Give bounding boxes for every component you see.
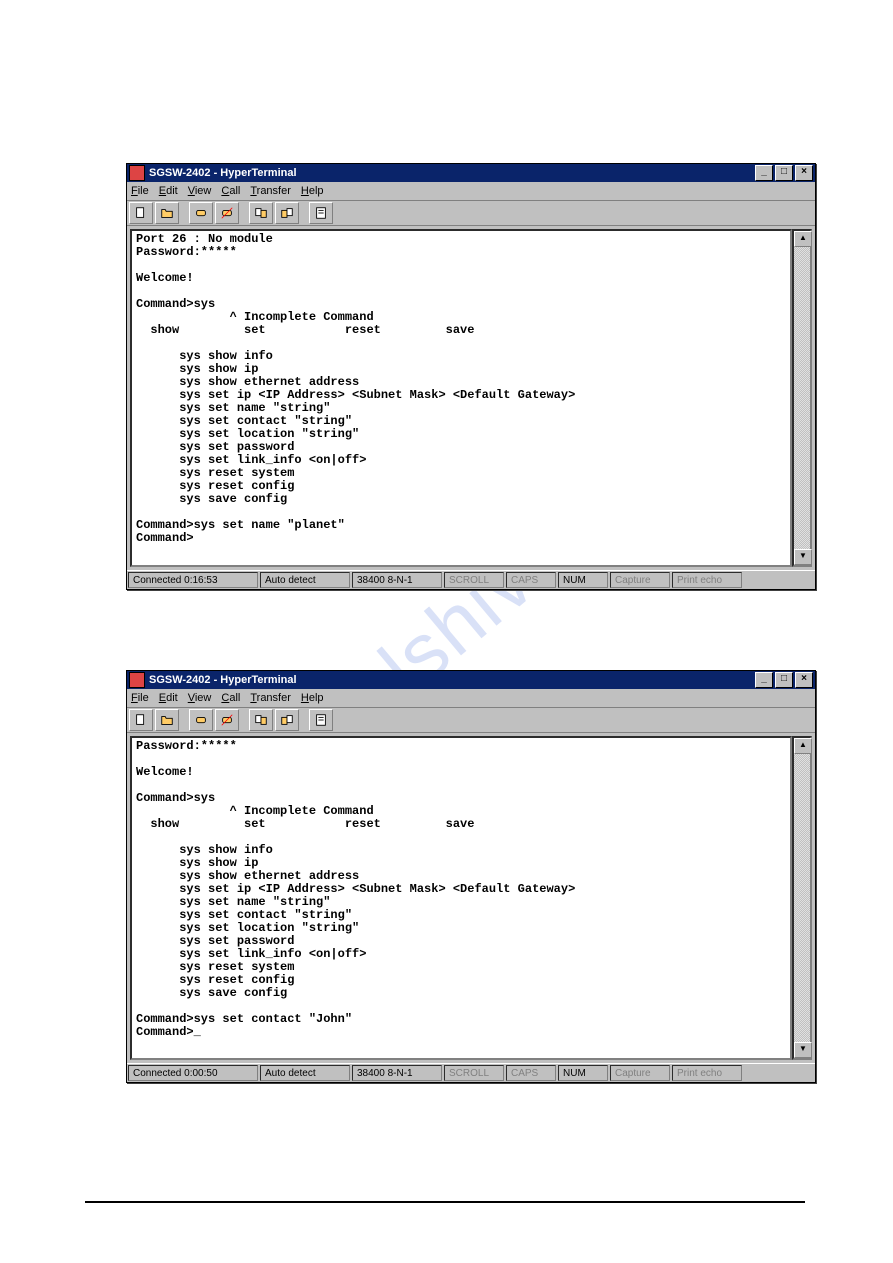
status-serial: 38400 8-N-1 (352, 1065, 442, 1081)
maximize-button[interactable]: □ (775, 672, 793, 688)
menu-edit[interactable]: Edit (159, 692, 178, 704)
status-bar: Connected 0:00:50 Auto detect 38400 8-N-… (127, 1063, 815, 1082)
status-printecho: Print echo (672, 572, 742, 588)
open-file-icon[interactable] (155, 709, 179, 731)
window-title: SGSW-2402 - HyperTerminal (149, 167, 755, 179)
hyperterminal-window-2: SGSW-2402 - HyperTerminal _ □ × File Edi… (126, 670, 816, 1083)
hyperterminal-window-1: SGSW-2402 - HyperTerminal _ □ × File Edi… (126, 163, 816, 590)
menu-file[interactable]: File (131, 185, 149, 197)
close-button[interactable]: × (795, 672, 813, 688)
status-capture: Capture (610, 1065, 670, 1081)
send-icon[interactable] (249, 709, 273, 731)
status-printecho: Print echo (672, 1065, 742, 1081)
menu-view[interactable]: View (188, 185, 212, 197)
vertical-scrollbar[interactable]: ▲ ▼ (792, 736, 812, 1060)
menu-help[interactable]: Help (301, 185, 324, 197)
status-caps: CAPS (506, 1065, 556, 1081)
disconnect-icon[interactable] (215, 709, 239, 731)
menu-file[interactable]: File (131, 692, 149, 704)
menu-call[interactable]: Call (221, 185, 240, 197)
window-controls: _ □ × (755, 672, 813, 688)
close-button[interactable]: × (795, 165, 813, 181)
minimize-button[interactable]: _ (755, 672, 773, 688)
system-menu-icon[interactable] (129, 672, 145, 688)
status-autodetect: Auto detect (260, 572, 350, 588)
scroll-down-icon[interactable]: ▼ (794, 1042, 812, 1058)
window-title: SGSW-2402 - HyperTerminal (149, 674, 755, 686)
send-icon[interactable] (249, 202, 273, 224)
status-bar: Connected 0:16:53 Auto detect 38400 8-N-… (127, 570, 815, 589)
receive-icon[interactable] (275, 202, 299, 224)
client-area: Port 26 : No module Password:***** Welco… (127, 226, 815, 570)
scroll-up-icon[interactable]: ▲ (794, 231, 812, 247)
status-num: NUM (558, 572, 608, 588)
document-page: manualshive.com SGSW-2402 - HyperTermina… (0, 0, 893, 1263)
toolbar (127, 201, 815, 226)
status-scroll: SCROLL (444, 572, 504, 588)
new-file-icon[interactable] (129, 709, 153, 731)
properties-icon[interactable] (309, 202, 333, 224)
status-num: NUM (558, 1065, 608, 1081)
menu-call[interactable]: Call (221, 692, 240, 704)
maximize-button[interactable]: □ (775, 165, 793, 181)
titlebar[interactable]: SGSW-2402 - HyperTerminal _ □ × (127, 164, 815, 182)
window-controls: _ □ × (755, 165, 813, 181)
minimize-button[interactable]: _ (755, 165, 773, 181)
scroll-up-icon[interactable]: ▲ (794, 738, 812, 754)
status-connected: Connected 0:00:50 (128, 1065, 258, 1081)
vertical-scrollbar[interactable]: ▲ ▼ (792, 229, 812, 567)
system-menu-icon[interactable] (129, 165, 145, 181)
menu-edit[interactable]: Edit (159, 185, 178, 197)
scroll-track[interactable] (794, 247, 810, 549)
open-file-icon[interactable] (155, 202, 179, 224)
scroll-down-icon[interactable]: ▼ (794, 549, 812, 565)
disconnect-icon[interactable] (215, 202, 239, 224)
menu-transfer[interactable]: Transfer (250, 692, 291, 704)
menu-bar: File Edit View Call Transfer Help (127, 182, 815, 201)
menu-view[interactable]: View (188, 692, 212, 704)
status-serial: 38400 8-N-1 (352, 572, 442, 588)
titlebar[interactable]: SGSW-2402 - HyperTerminal _ □ × (127, 671, 815, 689)
new-file-icon[interactable] (129, 202, 153, 224)
menu-help[interactable]: Help (301, 692, 324, 704)
status-caps: CAPS (506, 572, 556, 588)
status-connected: Connected 0:16:53 (128, 572, 258, 588)
terminal-output[interactable]: Port 26 : No module Password:***** Welco… (130, 229, 792, 567)
scroll-track[interactable] (794, 754, 810, 1042)
connect-icon[interactable] (189, 202, 213, 224)
properties-icon[interactable] (309, 709, 333, 731)
receive-icon[interactable] (275, 709, 299, 731)
connect-icon[interactable] (189, 709, 213, 731)
menu-bar: File Edit View Call Transfer Help (127, 689, 815, 708)
toolbar (127, 708, 815, 733)
status-capture: Capture (610, 572, 670, 588)
page-divider (85, 1201, 805, 1203)
status-scroll: SCROLL (444, 1065, 504, 1081)
client-area: Password:***** Welcome! Command>sys ^ In… (127, 733, 815, 1063)
menu-transfer[interactable]: Transfer (250, 185, 291, 197)
status-autodetect: Auto detect (260, 1065, 350, 1081)
terminal-output[interactable]: Password:***** Welcome! Command>sys ^ In… (130, 736, 792, 1060)
